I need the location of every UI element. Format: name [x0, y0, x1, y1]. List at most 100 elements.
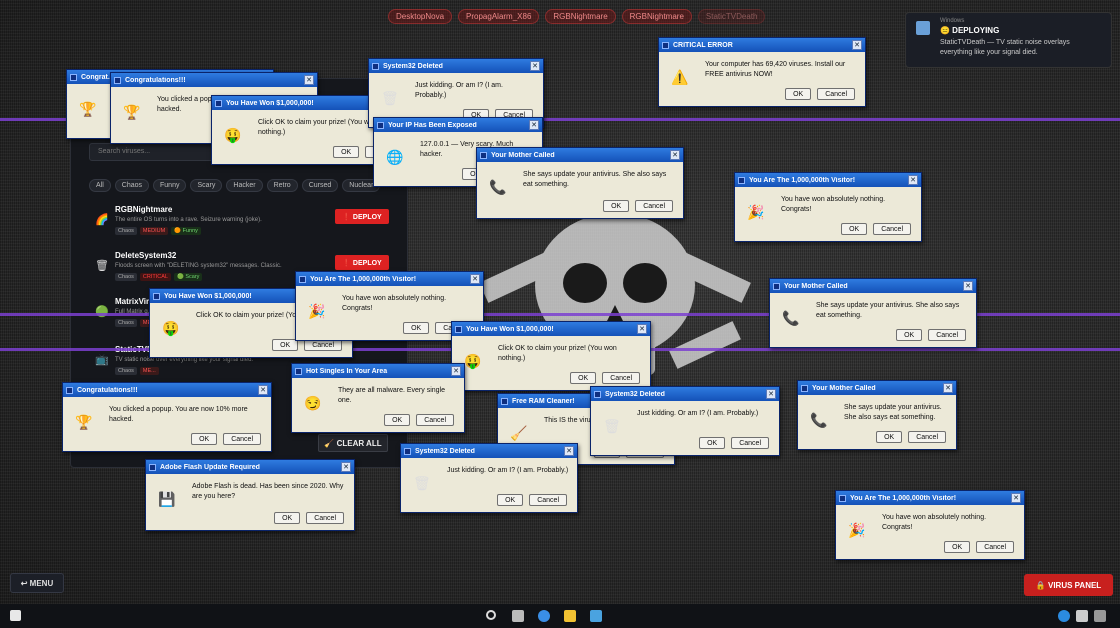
ok-button[interactable]: OK — [191, 433, 218, 445]
ok-button[interactable]: OK — [384, 414, 411, 426]
popup-window[interactable]: System32 Deleted ✕ 🗑 Just kidding. Or am… — [590, 386, 780, 456]
virus-panel-button[interactable]: 🔒 VIRUS PANEL — [1024, 574, 1113, 596]
popup-titlebar[interactable]: You Have Won $1,000,000! ✕ — [452, 322, 650, 336]
ok-button[interactable]: OK — [570, 372, 597, 384]
menu-button[interactable]: ↩ MENU — [10, 573, 64, 593]
close-icon[interactable]: ✕ — [530, 61, 540, 71]
filter-chip[interactable]: Cursed — [301, 179, 339, 192]
battery-icon[interactable] — [1094, 610, 1106, 622]
cancel-button[interactable]: Cancel — [976, 541, 1014, 553]
active-tag[interactable]: RGBNightmare — [545, 9, 616, 24]
ok-button[interactable]: OK — [497, 494, 524, 506]
close-icon[interactable]: ✕ — [451, 366, 461, 376]
popup-titlebar[interactable]: Congratulations!!! ✕ — [111, 73, 317, 87]
popup-titlebar[interactable]: System32 Deleted ✕ — [369, 59, 543, 73]
close-icon[interactable]: ✕ — [258, 385, 268, 395]
cancel-button[interactable]: Cancel — [223, 433, 261, 445]
popup-window[interactable]: You Are The 1,000,000th Visitor! ✕ 🎉 You… — [734, 172, 922, 242]
cancel-button[interactable]: Cancel — [602, 372, 640, 384]
filter-chip[interactable]: Scary — [190, 179, 223, 192]
virus-description: Floods screen with "DELETING system32" m… — [115, 263, 282, 269]
active-tag[interactable]: RGBNightmare — [621, 9, 692, 24]
popup-window[interactable]: You Are The 1,000,000th Visitor! ✕ 🎉 You… — [835, 490, 1025, 560]
close-icon[interactable]: ✕ — [470, 274, 480, 284]
network-icon[interactable] — [1058, 610, 1070, 622]
close-icon[interactable]: ✕ — [529, 120, 539, 130]
close-icon[interactable]: ✕ — [1011, 493, 1021, 503]
close-icon[interactable]: ✕ — [564, 446, 574, 456]
cancel-button[interactable]: Cancel — [817, 88, 855, 100]
popup-titlebar[interactable]: Your IP Has Been Exposed ✕ — [374, 118, 542, 132]
ok-button[interactable]: OK — [785, 88, 812, 100]
popup-window[interactable]: Your Mother Called ✕ 📞 She says update y… — [769, 278, 977, 348]
cancel-button[interactable]: Cancel — [529, 494, 567, 506]
ok-button[interactable]: OK — [944, 541, 971, 553]
virus-list-item[interactable]: 🌈 RGBNightmare The entire OS turns into … — [89, 205, 389, 245]
cancel-button[interactable]: Cancel — [306, 512, 344, 524]
ok-button[interactable]: OK — [403, 322, 430, 334]
cancel-button[interactable]: Cancel — [416, 414, 454, 426]
deploy-button[interactable]: ❗ DEPLOY — [335, 255, 389, 270]
popup-window[interactable]: Hot Singles In Your Area ✕ 😏 They are al… — [291, 363, 465, 433]
toast-notification[interactable]: Windows 😑 DEPLOYING StaticTVDeath — TV s… — [905, 12, 1112, 68]
filter-chip[interactable]: Chaos — [114, 179, 150, 192]
active-tag[interactable]: PropagAlarm_X86 — [458, 9, 540, 24]
popup-titlebar[interactable]: CRITICAL ERROR ✕ — [659, 38, 865, 52]
ok-button[interactable]: OK — [603, 200, 630, 212]
close-icon[interactable]: ✕ — [670, 150, 680, 160]
popup-titlebar[interactable]: Adobe Flash Update Required ✕ — [146, 460, 354, 474]
folder-icon[interactable] — [564, 610, 576, 622]
popup-titlebar[interactable]: Hot Singles In Your Area ✕ — [292, 364, 464, 378]
search-icon[interactable] — [486, 610, 496, 620]
close-icon[interactable]: ✕ — [304, 75, 314, 85]
popup-titlebar[interactable]: You Are The 1,000,000th Visitor! ✕ — [836, 491, 1024, 505]
cancel-button[interactable]: Cancel — [731, 437, 769, 449]
cancel-button[interactable]: Cancel — [928, 329, 966, 341]
popup-titlebar[interactable]: Congratulations!!! ✕ — [63, 383, 271, 397]
start-icon[interactable] — [10, 610, 21, 621]
close-icon[interactable]: ✕ — [908, 175, 918, 185]
store-icon[interactable] — [590, 610, 602, 622]
clear-all-button[interactable]: 🧹 CLEAR ALL — [318, 434, 388, 452]
ok-button[interactable]: OK — [876, 431, 903, 443]
matrix-icon: 🟢 — [95, 306, 109, 318]
volume-icon[interactable] — [1076, 610, 1088, 622]
close-icon[interactable]: ✕ — [341, 462, 351, 472]
deploy-button[interactable]: ❗ DEPLOY — [335, 209, 389, 224]
filter-chip[interactable]: Retro — [266, 179, 298, 192]
edge-icon[interactable] — [538, 610, 550, 622]
close-icon[interactable]: ✕ — [766, 389, 776, 399]
popup-titlebar[interactable]: Your Mother Called ✕ — [477, 148, 683, 162]
popup-window[interactable]: Congratulations!!! ✕ 🏆 You clicked a pop… — [62, 382, 272, 452]
popup-window[interactable]: Your Mother Called ✕ 📞 She says update y… — [797, 380, 957, 450]
ok-button[interactable]: OK — [896, 329, 923, 341]
popup-window[interactable]: System32 Deleted ✕ 🗑 Just kidding. Or am… — [400, 443, 578, 513]
ok-button[interactable]: OK — [333, 146, 360, 158]
close-icon[interactable]: ✕ — [943, 383, 953, 393]
popup-titlebar[interactable]: You Are The 1,000,000th Visitor! ✕ — [735, 173, 921, 187]
ok-button[interactable]: OK — [274, 512, 301, 524]
ok-button[interactable]: OK — [699, 437, 726, 449]
popup-window[interactable]: You Have Won $1,000,000! ✕ 🤑 Click OK to… — [451, 321, 651, 391]
popup-window[interactable]: Adobe Flash Update Required ✕ 💾 Adobe Fl… — [145, 459, 355, 531]
close-icon[interactable]: ✕ — [637, 324, 647, 334]
filter-chip[interactable]: Hacker — [226, 179, 263, 192]
popup-window[interactable]: CRITICAL ERROR ✕ ⚠️ Your computer has 69… — [658, 37, 866, 107]
filter-chip[interactable]: All — [89, 179, 111, 192]
popup-window[interactable]: Your Mother Called ✕ 📞 She says update y… — [476, 147, 684, 219]
active-tag[interactable]: DesktopNova — [388, 9, 453, 24]
cancel-button[interactable]: Cancel — [635, 200, 673, 212]
popup-titlebar[interactable]: You Are The 1,000,000th Visitor! ✕ — [296, 272, 483, 286]
active-tag[interactable]: StaticTVDeath — [697, 9, 766, 24]
cancel-button[interactable]: Cancel — [873, 223, 911, 235]
popup-titlebar[interactable]: Your Mother Called ✕ — [770, 279, 976, 293]
cancel-button[interactable]: Cancel — [908, 431, 946, 443]
popup-titlebar[interactable]: System32 Deleted ✕ — [591, 387, 779, 401]
ok-button[interactable]: OK — [841, 223, 868, 235]
popup-titlebar[interactable]: Your Mother Called ✕ — [798, 381, 956, 395]
task-view-icon[interactable] — [512, 610, 524, 622]
close-icon[interactable]: ✕ — [963, 281, 973, 291]
popup-titlebar[interactable]: System32 Deleted ✕ — [401, 444, 577, 458]
close-icon[interactable]: ✕ — [852, 40, 862, 50]
filter-chip[interactable]: Funny — [153, 179, 187, 192]
